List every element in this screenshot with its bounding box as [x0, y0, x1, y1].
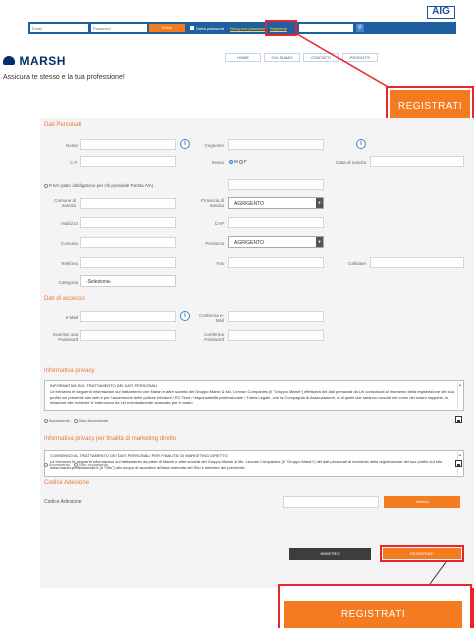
- cognome-input[interactable]: [228, 139, 324, 150]
- register-callout-bottom-label: REGISTRATI: [284, 601, 462, 628]
- nav-prodotti[interactable]: PRODOTTI: [342, 53, 378, 62]
- cognome-info-icon[interactable]: i: [356, 139, 366, 149]
- nav-contatti[interactable]: CONTATTI: [303, 53, 339, 62]
- provincia-select[interactable]: AGRIGENTO ▼: [228, 236, 324, 248]
- comune-nascita-label: Comune di nascita: [54, 198, 76, 208]
- provincia-nascita-value: AGRIGENTO: [234, 201, 264, 207]
- sex-radio-f[interactable]: [239, 159, 244, 164]
- marketing-decline-radio[interactable]: [74, 462, 79, 467]
- nav-chi-siamo[interactable]: CHI SIAMO: [264, 53, 300, 62]
- cf-input[interactable]: [80, 156, 176, 167]
- privacy-scrollbar[interactable]: ▲: [457, 382, 462, 409]
- provincia-value: AGRIGENTO: [234, 240, 264, 246]
- piva-label: P.IVA (dato obbligatorio per chi possied…: [44, 183, 153, 189]
- data-nascita-label: Data di nascita: [336, 160, 366, 165]
- comune-input[interactable]: [80, 237, 176, 248]
- marketing-decline-label: Non acconsento: [79, 462, 108, 467]
- print-icon[interactable]: [455, 460, 462, 467]
- sex-label-f: F: [244, 159, 247, 164]
- password-field[interactable]: [80, 330, 176, 341]
- privacy-accept-radio[interactable]: [44, 418, 48, 423]
- sex-radio-group: M F: [229, 159, 247, 165]
- access-section-title: Dati di accesso: [44, 296, 85, 302]
- adhesion-section-title: Codice Adesione: [44, 480, 90, 486]
- categoria-select[interactable]: -Seleziona-: [80, 275, 176, 287]
- marketing-body: Le forniamo le seguenti informazioni sul…: [50, 458, 442, 470]
- email-info-icon[interactable]: i: [180, 311, 190, 321]
- privacy-body: Le forniamo le seguenti informazioni sul…: [50, 388, 455, 406]
- top-search-field[interactable]: [299, 24, 353, 32]
- aig-logo: AIG: [427, 6, 455, 19]
- marketing-accept-label: Acconsento: [49, 462, 70, 467]
- marketing-section-title: Informativa privacy per finalità di mark…: [44, 436, 177, 442]
- cap-label: CAP: [214, 221, 224, 226]
- back-button[interactable]: INDIETRO: [289, 548, 371, 560]
- email-input[interactable]: [30, 24, 88, 32]
- sex-radio-m[interactable]: [229, 159, 233, 164]
- recover-password-link[interactable]: Recupera password: [230, 26, 266, 31]
- callout-connector: [297, 34, 298, 35]
- print-icon[interactable]: [455, 416, 462, 423]
- chevron-down-icon[interactable]: ▼: [316, 237, 323, 247]
- comune-nascita-input[interactable]: [80, 198, 176, 209]
- marsh-bird-icon: [3, 56, 15, 66]
- categoria-value: -Seleziona-: [86, 279, 112, 285]
- chevron-down-icon[interactable]: ▼: [316, 198, 323, 208]
- privacy-textbox[interactable]: INFORMATIVA SUL TRATTAMENTO DEI DATI PER…: [44, 380, 464, 411]
- email-field[interactable]: [80, 311, 176, 322]
- register-button[interactable]: REGISTRATI: [383, 548, 461, 559]
- adhesion-code-input[interactable]: [283, 496, 379, 508]
- personal-section-title: Dati Personali: [44, 122, 82, 128]
- sex-label-m: M: [234, 159, 238, 164]
- adhesion-label: Codice Adesione: [44, 499, 82, 505]
- cellulare-label: Cellulare: [348, 261, 366, 266]
- comune-label: Comune: [60, 241, 78, 246]
- privacy-section-title: Informativa privacy: [44, 368, 95, 374]
- provincia-nascita-label: Provincia di nascita: [200, 198, 224, 208]
- piva-input[interactable]: [228, 179, 324, 190]
- nome-input[interactable]: [80, 139, 176, 150]
- indirizzo-input[interactable]: [80, 217, 176, 228]
- privacy-consent-radios: Acconsento Non Acconsento: [44, 418, 108, 423]
- piva-checkbox[interactable]: [44, 183, 48, 188]
- privacy-decline-label: Non Acconsento: [79, 418, 109, 423]
- marsh-logo[interactable]: MARSH: [3, 52, 66, 70]
- cellulare-input[interactable]: [370, 257, 464, 268]
- telefono-input[interactable]: [80, 257, 176, 268]
- telefono-label: Telefono: [60, 261, 78, 266]
- cf-label: C.F.: [69, 160, 78, 165]
- indirizzo-label: Indirizzo: [61, 221, 78, 226]
- privacy-accept-label: Acconsento: [49, 418, 70, 423]
- provincia-label: Provincia: [205, 241, 224, 246]
- fax-input[interactable]: [228, 257, 324, 268]
- register-link-highlight: [265, 20, 297, 36]
- search-icon[interactable]: ⚲: [356, 24, 364, 32]
- provincia-nascita-select[interactable]: AGRIGENTO ▼: [228, 197, 324, 209]
- marketing-accept-radio[interactable]: [44, 462, 48, 467]
- marsh-logo-text: MARSH: [19, 53, 66, 68]
- verify-button[interactable]: Verifica: [384, 496, 460, 508]
- data-nascita-input[interactable]: [370, 156, 464, 167]
- conferma-password-field[interactable]: [228, 330, 324, 341]
- cognome-label: Cognome: [204, 143, 224, 148]
- password-input[interactable]: [91, 24, 147, 32]
- login-button[interactable]: Entra: [149, 24, 185, 32]
- sesso-label: Sesso: [211, 160, 224, 165]
- conferma-password-label: Conferma Password: [204, 332, 224, 342]
- nome-label: Nome: [65, 143, 78, 148]
- email-label: e-Mail: [65, 315, 78, 320]
- conferma-email-field[interactable]: [228, 311, 324, 322]
- conferma-email-label: Conferma e-Mail: [198, 313, 224, 323]
- password-label: Inserisci una Password: [52, 332, 78, 342]
- cap-input[interactable]: [228, 217, 324, 228]
- fax-label: Fax: [216, 261, 224, 266]
- save-password-checkbox[interactable]: [190, 26, 194, 30]
- categoria-label: Categoria: [58, 280, 78, 285]
- nav-home[interactable]: HOME: [225, 53, 261, 62]
- marketing-radios: Acconsento Non acconsento: [44, 462, 108, 467]
- save-password-label: Salva password: [196, 25, 225, 31]
- privacy-decline-radio[interactable]: [74, 418, 79, 423]
- piva-label-text: P.IVA (dato obbligatorio per chi possied…: [49, 183, 154, 188]
- page-tagline: Assicura te stesso e la tua professione!: [3, 74, 125, 81]
